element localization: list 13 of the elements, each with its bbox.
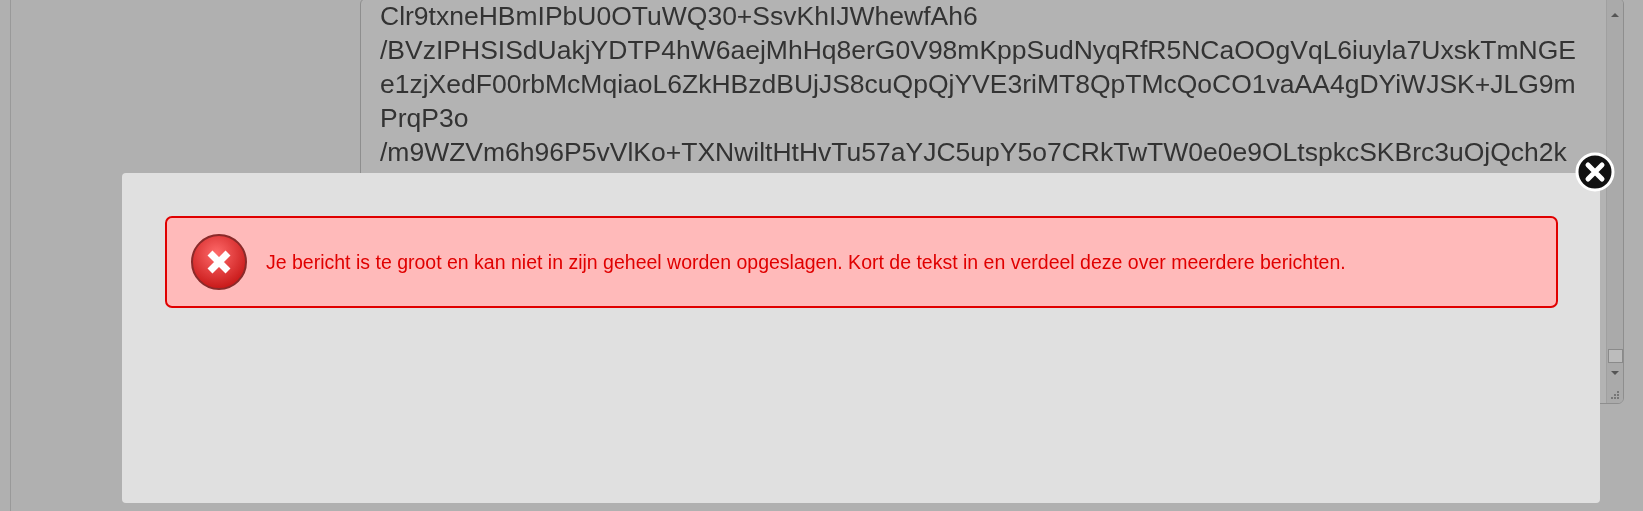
text-line: /m9WZVm6h96P5vVlKo+TXNwiltHtHvTu57aYJC5upY5o7CRkTwTW0e0e9OLtspkcSKBrc3uOjQch2k	[380, 136, 1568, 169]
resize-grip-icon[interactable]	[1610, 390, 1620, 400]
text-line: /BVzIPHSISdUakjYDTP4hW6aejMhHq8erG0V98mKppSudNyqRfR5NCaOOgVqL6iuyla7UxskTmNGE	[380, 34, 1577, 67]
close-button[interactable]	[1573, 150, 1617, 194]
scrollbar[interactable]	[1606, 0, 1623, 403]
scroll-thumb[interactable]	[1607, 349, 1623, 363]
text-line: Clr9txneHBmIPbU0OTuWQ30+SsvKhIJWhewfAh6	[380, 0, 979, 33]
text-line: PrqP3o	[380, 102, 470, 135]
scroll-down-icon[interactable]	[1610, 369, 1620, 377]
scroll-up-icon[interactable]	[1610, 11, 1620, 19]
error-message: Je bericht is te groot en kan niet in zijn geheel worden opgeslagen. Kort de tekst in en verdeel deze over meerdere berichten.	[266, 250, 1346, 274]
error-icon	[189, 232, 249, 292]
text-line: e1zjXedF00rbMcMqiaoL6ZkHBzdBUjJS8cuQpQjYVE3riMT8QpTMcQoCO1vaAA4gDYiWJSK+JLG9m	[380, 68, 1577, 101]
